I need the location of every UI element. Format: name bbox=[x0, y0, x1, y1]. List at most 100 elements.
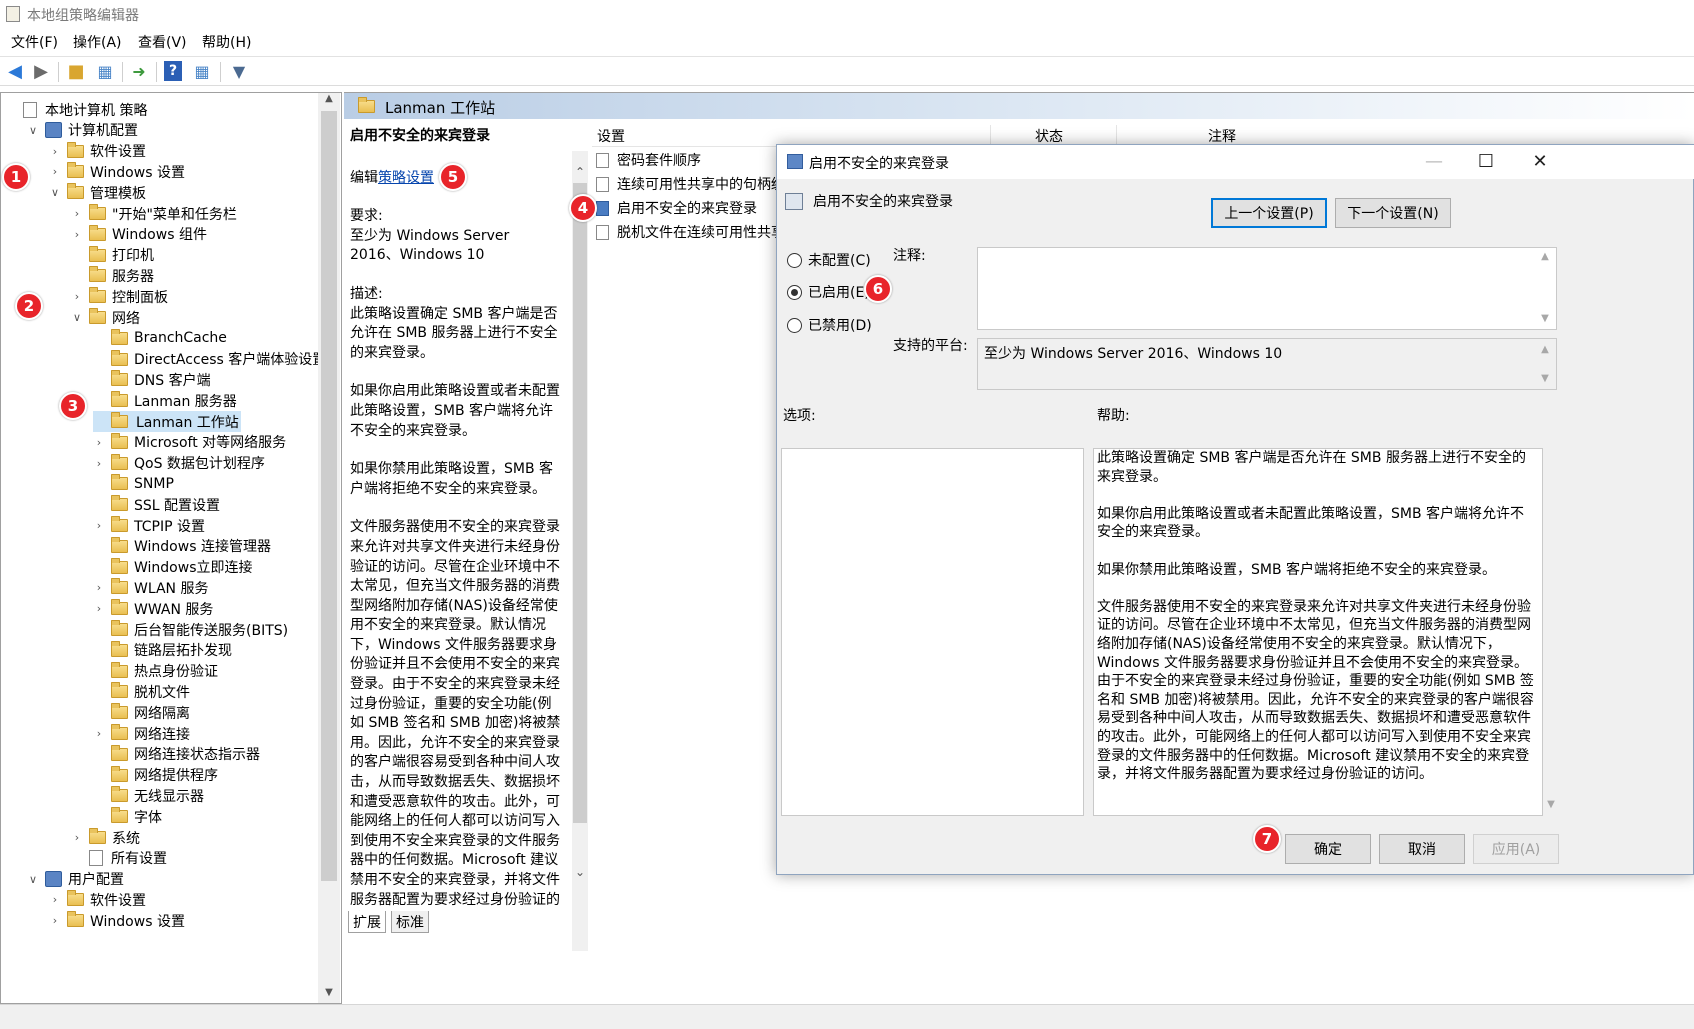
tree-item[interactable]: SNMP bbox=[93, 473, 174, 494]
description-scroll-thumb[interactable] bbox=[573, 183, 587, 823]
chevron-right-icon[interactable]: › bbox=[49, 165, 61, 178]
forward-icon[interactable]: ▶ bbox=[30, 60, 52, 82]
tree-item[interactable]: 链路层拓扑发现 bbox=[93, 640, 232, 661]
tree-item[interactable]: › Windows 设置 bbox=[49, 161, 185, 182]
scroll-down-icon[interactable]: ▼ bbox=[1537, 373, 1553, 384]
tree-item[interactable]: Lanman 服务器 bbox=[93, 390, 237, 411]
close-icon[interactable]: ✕ bbox=[1517, 149, 1563, 177]
chevron-right-icon[interactable]: › bbox=[71, 207, 83, 220]
list-item[interactable]: 密码套件顺序 bbox=[596, 149, 701, 171]
tree-item[interactable]: 网络提供程序 bbox=[93, 765, 218, 786]
tree-item[interactable]: › Microsoft 对等网络服务 bbox=[93, 432, 286, 453]
tab-standard[interactable]: 标准 bbox=[391, 911, 429, 933]
tree-item[interactable]: › WLAN 服务 bbox=[93, 577, 208, 598]
tree-item[interactable]: › Windows 设置 bbox=[49, 910, 185, 931]
up-folder-icon[interactable]: ■ bbox=[65, 60, 87, 82]
scroll-up-icon[interactable]: ▲ bbox=[1537, 344, 1553, 355]
tree-item-selected[interactable]: Lanman 工作站 bbox=[93, 411, 241, 432]
tree-item[interactable]: › "开始"菜单和任务栏 bbox=[71, 203, 237, 224]
next-setting-button[interactable]: 下一个设置(N) bbox=[1335, 198, 1451, 228]
scroll-down-icon[interactable]: ▼ bbox=[321, 987, 337, 998]
tree-item[interactable]: ∨ 计算机配置 bbox=[27, 120, 138, 141]
chevron-right-icon[interactable]: › bbox=[93, 581, 105, 594]
chevron-right-icon[interactable]: › bbox=[71, 831, 83, 844]
scroll-up-icon[interactable]: ▲ bbox=[321, 93, 337, 104]
tree-item[interactable]: › 网络连接 bbox=[93, 723, 190, 744]
tree-item[interactable]: Windows 连接管理器 bbox=[93, 536, 271, 557]
chevron-right-icon[interactable]: › bbox=[49, 893, 61, 906]
column-setting[interactable]: 设置 bbox=[597, 126, 625, 146]
tree-scroll-thumb[interactable] bbox=[321, 111, 337, 881]
tree-item[interactable]: ∨ 用户配置 bbox=[27, 869, 124, 890]
tab-extended[interactable]: 扩展 bbox=[348, 911, 386, 933]
tree-item[interactable]: SSL 配置设置 bbox=[93, 494, 220, 515]
chevron-down-icon[interactable]: ⌄ bbox=[572, 865, 588, 879]
tree-item[interactable]: › QoS 数据包计划程序 bbox=[93, 453, 265, 474]
chevron-right-icon[interactable]: › bbox=[71, 290, 83, 303]
tree-item[interactable]: 打印机 bbox=[71, 245, 154, 266]
tree-item[interactable]: Windows立即连接 bbox=[93, 557, 253, 578]
filter-icon[interactable]: ▼ bbox=[228, 60, 250, 82]
edit-policy-link[interactable]: 策略设置 bbox=[378, 170, 434, 186]
previous-setting-button[interactable]: 上一个设置(P) bbox=[1211, 198, 1327, 228]
tree-item[interactable]: › Windows 组件 bbox=[71, 224, 207, 245]
tree-item[interactable]: DNS 客户端 bbox=[93, 369, 211, 390]
radio-disabled[interactable]: 已禁用(D) bbox=[787, 315, 872, 335]
chevron-down-icon[interactable]: ∨ bbox=[27, 124, 39, 137]
show-hide-tree-icon[interactable]: ▦ bbox=[94, 60, 116, 82]
export-list-icon[interactable]: ➜ bbox=[128, 60, 150, 82]
tree-item[interactable]: 无线显示器 bbox=[93, 785, 204, 806]
tree-item[interactable]: 字体 bbox=[93, 806, 162, 827]
radio-enabled[interactable]: 已启用(E) bbox=[787, 282, 870, 302]
tree-item[interactable]: › 软件设置 bbox=[49, 889, 146, 910]
tree-item[interactable]: › TCPIP 设置 bbox=[93, 515, 205, 536]
menu-action[interactable]: 操作(A) bbox=[73, 32, 122, 52]
scroll-up-icon[interactable]: ▲ bbox=[1537, 251, 1553, 262]
list-item-selected[interactable]: 启用不安全的来宾登录 bbox=[596, 197, 757, 219]
menu-file[interactable]: 文件(F) bbox=[11, 32, 58, 52]
scroll-down-icon[interactable]: ▼ bbox=[1543, 799, 1559, 810]
chevron-up-icon[interactable]: ⌃ bbox=[572, 165, 588, 179]
tree-item[interactable]: 网络连接状态指示器 bbox=[93, 744, 260, 765]
tree-item[interactable]: 本地计算机 策略 bbox=[5, 99, 147, 120]
list-item[interactable]: 连续可用性共享中的句柄缓存 bbox=[596, 173, 799, 195]
tree-item[interactable]: 网络隔离 bbox=[93, 702, 190, 723]
chevron-down-icon[interactable]: ∨ bbox=[71, 311, 83, 324]
tree-item[interactable]: DirectAccess 客户端体验设置 bbox=[93, 349, 326, 370]
cancel-button[interactable]: 取消 bbox=[1379, 834, 1465, 864]
chevron-right-icon[interactable]: › bbox=[93, 602, 105, 615]
tree-pane[interactable]: 本地计算机 策略 ∨ 计算机配置 › 软件设置 › Windows 设置 ∨ 管理模板 › "开始"… bbox=[0, 92, 342, 1004]
ok-button[interactable]: 确定 bbox=[1285, 834, 1371, 864]
menu-help[interactable]: 帮助(H) bbox=[202, 32, 251, 52]
tree-item[interactable]: 服务器 bbox=[71, 265, 154, 286]
tree-item[interactable]: › 软件设置 bbox=[49, 141, 146, 162]
apply-button[interactable]: 应用(A) bbox=[1473, 834, 1559, 864]
tree-item[interactable]: BranchCache bbox=[93, 328, 227, 349]
tree-item[interactable]: 热点身份验证 bbox=[93, 661, 218, 682]
comment-textarea[interactable] bbox=[977, 247, 1557, 330]
tree-item[interactable]: ∨ 管理模板 bbox=[49, 182, 146, 203]
chevron-right-icon[interactable]: › bbox=[49, 914, 61, 927]
radio-not-configured[interactable]: 未配置(C) bbox=[787, 250, 871, 270]
tree-item[interactable]: › 控制面板 bbox=[71, 286, 168, 307]
back-icon[interactable]: ◀ bbox=[4, 60, 26, 82]
tree-item[interactable]: 所有设置 bbox=[71, 848, 167, 869]
minimize-icon[interactable]: — bbox=[1411, 149, 1457, 177]
tree-item[interactable]: ∨ 网络 bbox=[71, 307, 140, 328]
show-hide-pane-icon[interactable]: ▦ bbox=[191, 60, 213, 82]
column-comment[interactable]: 注释 bbox=[1208, 126, 1236, 146]
menu-view[interactable]: 查看(V) bbox=[138, 32, 187, 52]
scroll-down-icon[interactable]: ▼ bbox=[1537, 313, 1553, 324]
chevron-right-icon[interactable]: › bbox=[93, 436, 105, 449]
chevron-right-icon[interactable]: › bbox=[49, 145, 61, 158]
chevron-right-icon[interactable]: › bbox=[93, 519, 105, 532]
maximize-icon[interactable]: ☐ bbox=[1463, 149, 1509, 177]
tree-item[interactable]: › WWAN 服务 bbox=[93, 598, 213, 619]
chevron-down-icon[interactable]: ∨ bbox=[27, 873, 39, 886]
chevron-right-icon[interactable]: › bbox=[71, 228, 83, 241]
help-icon[interactable]: ? bbox=[164, 61, 182, 81]
tree-item[interactable]: 后台智能传送服务(BITS) bbox=[93, 619, 288, 640]
column-state[interactable]: 状态 bbox=[1035, 126, 1063, 146]
tree-item[interactable]: › 系统 bbox=[71, 827, 140, 848]
chevron-right-icon[interactable]: › bbox=[93, 457, 105, 470]
